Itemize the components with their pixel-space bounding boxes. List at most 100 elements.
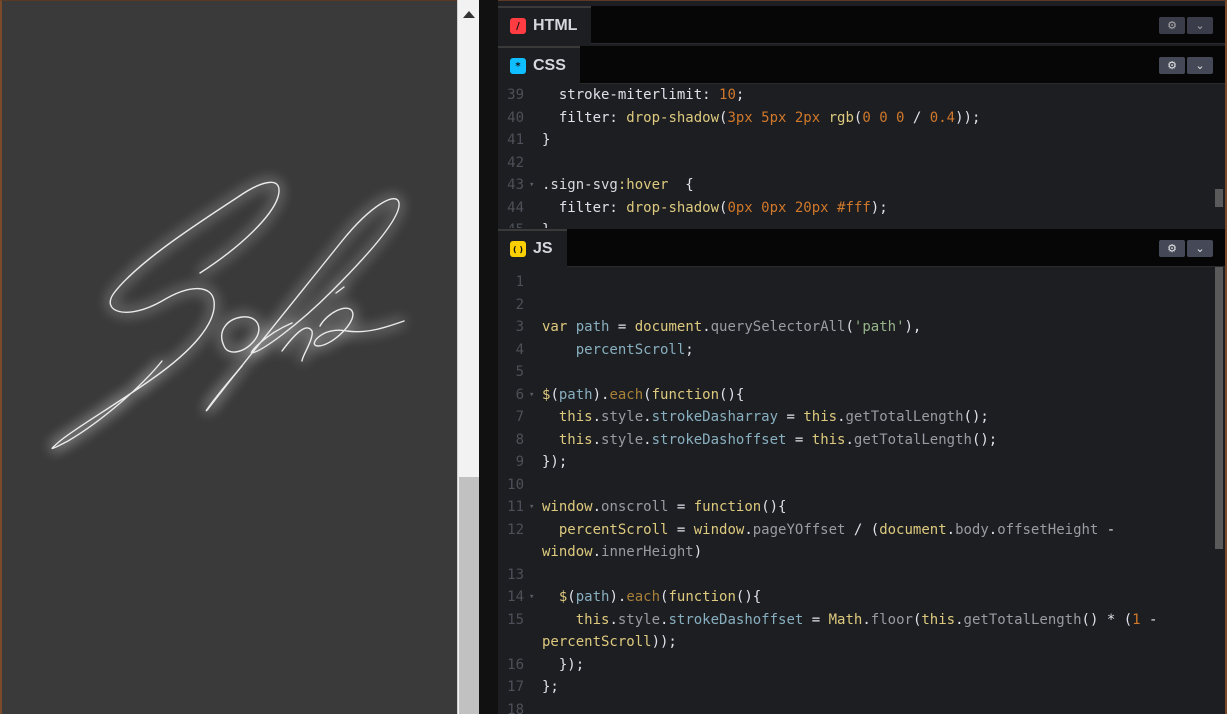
code-text: }); bbox=[558, 656, 585, 673]
code-line[interactable]: 43 ▾ .sign-svg:hover { bbox=[498, 174, 1215, 197]
line-number: 39 bbox=[507, 87, 524, 103]
code-text: percentScroll = window.pageYOffset / (do… bbox=[558, 521, 1116, 538]
signature-svg[interactable] bbox=[2, 1, 459, 714]
signature-path-accent bbox=[335, 286, 345, 294]
html-icon: / bbox=[510, 18, 526, 34]
pane-resizer[interactable] bbox=[479, 0, 498, 714]
line-number: 3 bbox=[515, 319, 524, 335]
code-text: }; bbox=[542, 679, 559, 695]
code-line[interactable]: 45} bbox=[498, 219, 1215, 228]
css-editor-header: * CSS ⚙ ⌄ bbox=[498, 46, 1225, 84]
line-number: 6 bbox=[515, 386, 524, 403]
code-line[interactable]: 41} bbox=[498, 129, 1215, 152]
gear-icon: ⚙ bbox=[1167, 242, 1177, 255]
css-settings-button[interactable]: ⚙ bbox=[1159, 57, 1185, 74]
code-line[interactable]: 8 this.style.strokeDashoffset = this.get… bbox=[498, 429, 1215, 452]
code-line[interactable]: percentScroll)); bbox=[498, 631, 1215, 654]
fold-arrow-icon[interactable]: ▾ bbox=[529, 174, 534, 197]
code-line[interactable]: 17}; bbox=[498, 676, 1215, 699]
code-line[interactable]: 6 ▾ $(path).each(function(){ bbox=[498, 384, 1215, 407]
code-text: window.onscroll = function(){ bbox=[542, 499, 787, 515]
code-line[interactable]: 44 filter: drop-shadow(0px 0px 20px #fff… bbox=[498, 197, 1215, 220]
gear-icon: ⚙ bbox=[1167, 19, 1177, 32]
css-tab-label: CSS bbox=[533, 57, 566, 74]
css-collapse-button[interactable]: ⌄ bbox=[1187, 57, 1213, 74]
code-text: this.style.strokeDasharray = this.getTot… bbox=[558, 409, 989, 425]
signature-path-i bbox=[281, 327, 313, 362]
code-line[interactable]: 18 bbox=[498, 699, 1215, 714]
line-number: 13 bbox=[507, 566, 524, 583]
html-tab-label: HTML bbox=[533, 17, 578, 34]
js-settings-button[interactable]: ⚙ bbox=[1159, 240, 1185, 257]
code-line[interactable]: 9}); bbox=[498, 451, 1215, 474]
line-number: 41 bbox=[507, 132, 524, 148]
js-editor-scrollbar[interactable] bbox=[1215, 267, 1223, 549]
line-number: 44 bbox=[507, 199, 524, 216]
code-line[interactable]: 11 ▾ window.onscroll = function(){ bbox=[498, 496, 1215, 519]
line-number: 5 bbox=[515, 364, 524, 380]
editor-column: / HTML ⚙ ⌄ * CSS ⚙ ⌄ 39 stroke-miterlimi… bbox=[498, 0, 1227, 714]
code-text: window.innerHeight) bbox=[542, 544, 703, 560]
code-line[interactable]: 40 filter: drop-shadow(3px 5px 2px rgb(0… bbox=[498, 107, 1215, 130]
code-text: percentScroll; bbox=[575, 341, 694, 358]
code-line[interactable]: 12 percentScroll = window.pageYOffset / … bbox=[498, 519, 1215, 542]
code-text: } bbox=[542, 132, 551, 148]
line-number: 17 bbox=[507, 679, 524, 695]
tab-html[interactable]: / HTML bbox=[498, 6, 592, 44]
code-line[interactable]: 16 }); bbox=[498, 654, 1215, 677]
line-number: 12 bbox=[507, 521, 524, 538]
code-line[interactable]: window.innerHeight) bbox=[498, 541, 1215, 564]
code-text: percentScroll)); bbox=[542, 634, 677, 650]
code-line[interactable]: 39 stroke-miterlimit: 10; bbox=[498, 84, 1215, 107]
preview-scrollbar[interactable] bbox=[457, 0, 479, 714]
code-line[interactable]: 14 ▾ $(path).each(function(){ bbox=[498, 586, 1215, 609]
tab-css[interactable]: * CSS bbox=[498, 46, 580, 84]
code-line[interactable]: 10 bbox=[498, 474, 1215, 497]
code-line[interactable]: 42 bbox=[498, 152, 1215, 175]
line-number: 42 bbox=[507, 154, 524, 171]
code-text: } bbox=[542, 222, 550, 228]
js-icon: ( ) bbox=[510, 241, 526, 257]
line-number: 40 bbox=[507, 109, 524, 126]
scroll-up-arrow-icon[interactable] bbox=[463, 11, 475, 18]
scroll-thumb[interactable] bbox=[459, 477, 479, 714]
code-line[interactable]: 3 var path = document.querySelectorAll('p… bbox=[498, 316, 1215, 339]
code-text: $(path).each(function(){ bbox=[542, 386, 745, 403]
gear-icon: ⚙ bbox=[1167, 59, 1177, 72]
line-number: 43 bbox=[507, 177, 524, 193]
code-line[interactable]: 7 this.style.strokeDasharray = this.getT… bbox=[498, 406, 1215, 429]
tab-js[interactable]: ( ) JS bbox=[498, 229, 567, 267]
css-code-editor[interactable]: 39 stroke-miterlimit: 10; 40 filter: drop… bbox=[498, 84, 1215, 228]
code-line[interactable]: 1 bbox=[498, 271, 1215, 294]
line-number: 2 bbox=[515, 296, 524, 313]
line-number: 45 bbox=[498, 219, 524, 228]
code-line[interactable]: 15 this.style.strokeDashoffset = Math.fl… bbox=[498, 609, 1215, 632]
code-text: this.style.strokeDashoffset = Math.floor… bbox=[575, 611, 1158, 628]
code-text: this.style.strokeDashoffset = this.getTo… bbox=[558, 431, 998, 448]
line-number: 8 bbox=[515, 431, 524, 448]
html-settings-button[interactable]: ⚙ bbox=[1159, 17, 1185, 34]
code-line[interactable]: 4 percentScroll; bbox=[498, 339, 1215, 362]
code-line[interactable]: 5 bbox=[498, 361, 1215, 384]
line-number: 16 bbox=[507, 656, 524, 673]
chevron-down-icon: ⌄ bbox=[1195, 19, 1205, 32]
js-code-editor[interactable]: 1 2 3 var path = document.querySelectorAll(… bbox=[498, 271, 1215, 714]
fold-arrow-icon[interactable]: ▾ bbox=[529, 496, 534, 519]
js-collapse-button[interactable]: ⌄ bbox=[1187, 240, 1213, 257]
code-line[interactable]: 13 bbox=[498, 564, 1215, 587]
code-line[interactable]: 2 bbox=[498, 294, 1215, 317]
line-number: 14 bbox=[507, 589, 524, 605]
code-text: var path = document.querySelectorAll('pa… bbox=[542, 319, 922, 335]
css-icon: * bbox=[510, 58, 526, 74]
code-text: filter: drop-shadow(3px 5px 2px rgb(0 0 … bbox=[558, 109, 981, 126]
line-number: 10 bbox=[507, 476, 524, 493]
js-tab-label: JS bbox=[533, 240, 553, 257]
signature-path-o bbox=[221, 316, 260, 353]
chevron-down-icon: ⌄ bbox=[1195, 242, 1205, 255]
html-collapse-button[interactable]: ⌄ bbox=[1187, 17, 1213, 34]
signature-path-f-loop bbox=[205, 365, 243, 412]
css-editor-scrollbar[interactable] bbox=[1215, 189, 1223, 207]
code-text: $(path).each(function(){ bbox=[558, 589, 762, 605]
fold-arrow-icon[interactable]: ▾ bbox=[529, 384, 534, 407]
fold-arrow-icon[interactable]: ▾ bbox=[529, 586, 534, 609]
